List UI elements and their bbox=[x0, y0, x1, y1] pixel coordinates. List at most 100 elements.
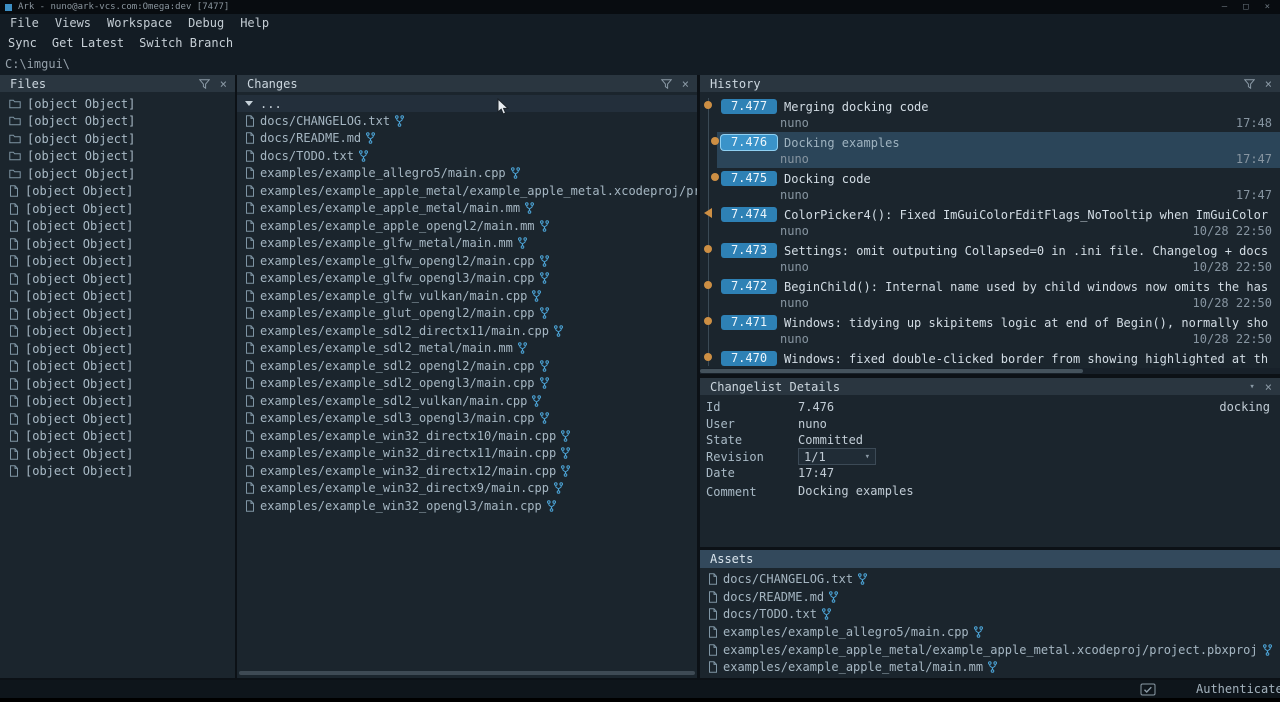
minimize-button[interactable]: — bbox=[1222, 0, 1227, 14]
history-entry[interactable]: 7.475 Docking code nuno 17:47 bbox=[700, 168, 1280, 204]
toolbar-button[interactable]: Switch Branch bbox=[139, 36, 233, 50]
file-tree-item[interactable]: [object Object] bbox=[0, 148, 235, 166]
file-tree-item[interactable]: [object Object] bbox=[0, 288, 235, 306]
file-tree-item[interactable]: [object Object] bbox=[0, 305, 235, 323]
close-panel-icon[interactable]: × bbox=[220, 78, 227, 90]
file-tree-item[interactable]: [object Object] bbox=[0, 165, 235, 183]
file-list-item[interactable]: examples/example_sdl2_metal/main.mm bbox=[237, 340, 697, 358]
history-entry[interactable]: 7.476 Docking examples nuno 17:47 bbox=[700, 132, 1280, 168]
folder-icon bbox=[9, 116, 21, 126]
file-icon bbox=[245, 202, 255, 214]
file-tree-item[interactable]: [object Object] bbox=[0, 270, 235, 288]
filter-icon[interactable] bbox=[199, 79, 210, 89]
details-fields: Id 7.476▾ docking User nuno▾ State Commi… bbox=[700, 399, 1280, 482]
field-value: Committed▾ bbox=[798, 433, 863, 447]
file-list-item[interactable]: examples/example_glfw_metal/main.mm bbox=[237, 235, 697, 253]
file-list-item[interactable]: docs/TODO.txt bbox=[237, 147, 697, 165]
file-list-item[interactable]: examples/example_win32_directx10/main.cp… bbox=[237, 427, 697, 445]
file-tree-item[interactable]: [object Object] bbox=[0, 113, 235, 131]
file-tree-item[interactable]: [object Object] bbox=[0, 463, 235, 481]
fork-icon bbox=[540, 307, 549, 319]
toolbar-button[interactable]: Get Latest bbox=[52, 36, 124, 50]
file-tree-item[interactable]: [object Object] bbox=[0, 323, 235, 341]
file-tree-item[interactable]: [object Object] bbox=[0, 428, 235, 446]
close-panel-icon[interactable]: × bbox=[1265, 78, 1272, 90]
changes-root-row[interactable]: ... bbox=[237, 95, 697, 112]
filter-icon[interactable] bbox=[1244, 79, 1255, 89]
file-list-item[interactable]: docs/CHANGELOG.txt bbox=[700, 570, 1280, 588]
file-tree-item[interactable]: [object Object] bbox=[0, 358, 235, 376]
file-tree-item[interactable]: [object Object] bbox=[0, 200, 235, 218]
close-panel-icon[interactable]: × bbox=[1265, 381, 1272, 393]
horizontal-scrollbar[interactable] bbox=[239, 671, 695, 675]
history-entry[interactable]: 7.470 Windows: fixed double-clicked bord… bbox=[700, 348, 1280, 368]
file-list-item[interactable]: docs/README.md bbox=[237, 130, 697, 148]
file-list-item[interactable]: examples/example_apple_metal/main.mm bbox=[700, 658, 1280, 676]
file-list-item[interactable]: examples/example_win32_directx9/main.cpp bbox=[237, 480, 697, 498]
file-tree-item[interactable]: [object Object] bbox=[0, 218, 235, 236]
file-name: [object Object] bbox=[25, 342, 133, 356]
file-tree-item[interactable]: [object Object] bbox=[0, 375, 235, 393]
file-list-item[interactable]: examples/example_sdl2_directx11/main.cpp bbox=[237, 322, 697, 340]
file-list-item[interactable]: examples/example_apple_metal/main.mm bbox=[237, 200, 697, 218]
file-path: examples/example_sdl2_opengl2/main.cpp bbox=[260, 359, 535, 373]
file-list-item[interactable]: docs/CHANGELOG.txt bbox=[237, 112, 697, 130]
file-icon bbox=[9, 465, 19, 477]
file-tree-item[interactable]: [object Object] bbox=[0, 253, 235, 271]
file-tree-item[interactable]: [object Object] bbox=[0, 410, 235, 428]
history-entry[interactable]: 7.473 Settings: omit outputing Collapsed… bbox=[700, 240, 1280, 276]
fork-icon bbox=[525, 202, 534, 214]
chevron-down-icon[interactable]: ▾ bbox=[1249, 382, 1254, 392]
file-tree-item[interactable]: [object Object] bbox=[0, 445, 235, 463]
file-tree-item[interactable]: [object Object] bbox=[0, 130, 235, 148]
menu-item[interactable]: File bbox=[10, 16, 39, 30]
file-list-item[interactable]: examples/example_allegro5/main.cpp bbox=[700, 623, 1280, 641]
history-entry[interactable]: 7.471 Windows: tidying up skipitems logi… bbox=[700, 312, 1280, 348]
file-list-item[interactable]: examples/example_win32_directx11/main.cp… bbox=[237, 445, 697, 463]
close-panel-icon[interactable]: × bbox=[682, 78, 689, 90]
assets-header[interactable]: Assets bbox=[700, 550, 1280, 568]
file-list-item[interactable]: examples/example_glut_opengl2/main.cpp bbox=[237, 305, 697, 323]
file-list-item[interactable]: docs/TODO.txt bbox=[700, 605, 1280, 623]
file-list-item[interactable]: examples/example_win32_opengl3/main.cpp bbox=[237, 497, 697, 515]
bottom-strip bbox=[0, 698, 1280, 702]
menu-item[interactable]: Help bbox=[240, 16, 269, 30]
close-button[interactable]: × bbox=[1265, 0, 1270, 14]
menu-item[interactable]: Views bbox=[55, 16, 91, 30]
filter-icon[interactable] bbox=[661, 79, 672, 89]
menu-item[interactable]: Debug bbox=[188, 16, 224, 30]
file-tree-item[interactable]: [object Object] bbox=[0, 340, 235, 358]
file-list-item[interactable]: examples/example_apple_metal/example_app… bbox=[700, 641, 1280, 659]
toolbar-button[interactable]: Sync bbox=[8, 36, 37, 50]
history-entry[interactable]: 7.477 Merging docking code nuno 17:48 bbox=[700, 96, 1280, 132]
file-list-item[interactable]: examples/example_glfw_opengl3/main.cpp bbox=[237, 270, 697, 288]
file-list-item[interactable]: examples/example_glfw_opengl2/main.cpp bbox=[237, 252, 697, 270]
file-list-item[interactable]: examples/example_sdl3_opengl3/main.cpp bbox=[237, 410, 697, 428]
file-list-item[interactable]: examples/example_apple_opengl2/main.mm bbox=[237, 217, 697, 235]
file-icon bbox=[245, 325, 255, 337]
horizontal-scrollbar[interactable] bbox=[700, 368, 1280, 374]
file-icon bbox=[9, 238, 19, 250]
file-name: [object Object] bbox=[25, 394, 133, 408]
scrollbar-thumb[interactable] bbox=[700, 369, 1083, 373]
file-list-item[interactable]: examples/example_glfw_vulkan/main.cpp bbox=[237, 287, 697, 305]
file-list-item[interactable]: examples/example_sdl2_opengl2/main.cpp bbox=[237, 357, 697, 375]
menu-item[interactable]: Workspace bbox=[107, 16, 172, 30]
file-tree-item[interactable]: [object Object] bbox=[0, 95, 235, 113]
file-tree-item[interactable]: [object Object] bbox=[0, 235, 235, 253]
file-list-item[interactable]: examples/example_apple_metal/example_app… bbox=[237, 182, 697, 200]
file-list-item[interactable]: examples/example_win32_directx12/main.cp… bbox=[237, 462, 697, 480]
file-list-item[interactable]: examples/example_sdl2_vulkan/main.cpp bbox=[237, 392, 697, 410]
commit-graph-dot bbox=[711, 173, 719, 181]
history-entry[interactable]: 7.474 ColorPicker4(): Fixed ImGuiColorEd… bbox=[700, 204, 1280, 240]
file-list-item[interactable]: examples/example_allegro5/main.cpp bbox=[237, 165, 697, 183]
history-entry[interactable]: 7.472 BeginChild(): Internal name used b… bbox=[700, 276, 1280, 312]
file-tree-item[interactable]: [object Object] bbox=[0, 183, 235, 201]
maximize-button[interactable]: □ bbox=[1243, 0, 1248, 14]
file-list-item[interactable]: examples/example_sdl2_opengl3/main.cpp bbox=[237, 375, 697, 393]
file-name: [object Object] bbox=[25, 307, 133, 321]
file-list-item[interactable]: docs/README.md bbox=[700, 588, 1280, 606]
file-tree-item[interactable]: [object Object] bbox=[0, 393, 235, 411]
panel-title: History bbox=[710, 77, 1234, 91]
file-path: examples/example_glfw_opengl2/main.cpp bbox=[260, 254, 535, 268]
